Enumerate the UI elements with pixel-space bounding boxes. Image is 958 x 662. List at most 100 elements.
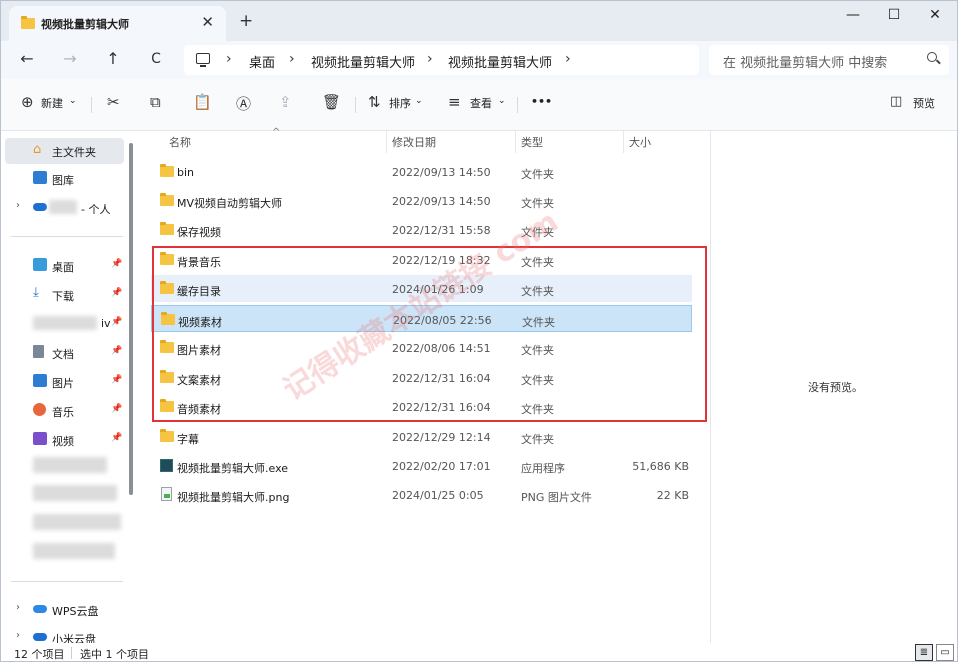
video-icon [33, 432, 47, 445]
sidebar-item-label: 视频 [52, 435, 74, 448]
cloud-icon [33, 203, 47, 211]
column-header-date[interactable]: 修改日期 [392, 134, 436, 150]
column-header-size[interactable]: 大小 [629, 134, 651, 150]
search-box[interactable]: 在 视频批量剪辑大师 中搜索 [709, 45, 949, 75]
file-row[interactable]: 视频批量剪辑大师.png 2024/01/25 0:05 PNG 图片文件 22… [151, 481, 692, 508]
folder-icon [160, 193, 174, 206]
pin-icon: 📌 [111, 433, 123, 443]
paste-icon[interactable]: 📋 [193, 93, 212, 111]
more-options-button[interactable]: ••• [531, 95, 552, 108]
file-type: 文件夹 [521, 168, 554, 181]
navigation-bar: ← → ↑ C › 桌面 › 视频批量剪辑大师 › 视频批量剪辑大师 › 在 视… [1, 41, 957, 79]
new-tab-button[interactable]: + [239, 11, 253, 31]
sidebar-item-blurred[interactable] [33, 485, 117, 501]
sidebar-item-pictures[interactable]: 图片 📌 [5, 369, 125, 393]
forward-button[interactable]: → [59, 49, 81, 68]
chevron-right-icon[interactable]: › [16, 200, 20, 211]
minimize-button[interactable]: — [833, 3, 873, 27]
app-icon [160, 459, 173, 472]
sidebar-item-wps[interactable]: › WPS云盘 [5, 597, 125, 621]
breadcrumb-desktop[interactable]: 桌面 [249, 52, 275, 71]
sidebar-item-documents[interactable]: 文档 📌 [5, 340, 125, 364]
file-row[interactable]: 保存视频 2022/12/31 15:58 文件夹 [151, 216, 692, 243]
back-button[interactable]: ← [16, 49, 38, 68]
file-row[interactable]: bin 2022/09/13 14:50 文件夹 [151, 158, 692, 185]
column-header-type[interactable]: 类型 [521, 134, 543, 150]
preview-pane-icon[interactable]: ◫ [890, 94, 902, 109]
file-row[interactable]: 视频批量剪辑大师.exe 2022/02/20 17:01 应用程序 51,68… [151, 452, 692, 479]
file-date: 2022/12/29 12:14 [392, 431, 491, 444]
sort-button[interactable]: 排序 [389, 95, 411, 111]
sidebar-item-blurred[interactable] [33, 457, 107, 473]
sidebar-item-blurred[interactable] [33, 514, 121, 530]
sort-icon[interactable]: ⇅ [368, 93, 381, 111]
column-divider[interactable] [386, 131, 387, 153]
preview-button[interactable]: 预览 [913, 95, 935, 111]
chevron-down-icon[interactable]: ⌄ [498, 96, 506, 106]
cloud-icon [33, 605, 47, 613]
address-bar[interactable]: › 桌面 › 视频批量剪辑大师 › 视频批量剪辑大师 › [184, 45, 699, 75]
breadcrumb-folder-2[interactable]: 视频批量剪辑大师 [448, 52, 552, 71]
highlight-box [152, 246, 707, 422]
chevron-right-icon[interactable]: › [16, 602, 20, 613]
file-size: 51,686 KB [632, 460, 689, 473]
cut-icon[interactable]: ✂ [107, 93, 120, 111]
sidebar-item-label: 小米云盘 [52, 633, 96, 643]
pin-icon: 📌 [111, 259, 123, 269]
tiles-view-button[interactable]: ▭ [936, 644, 954, 661]
sidebar-item-blurred[interactable]: iv 📌 [5, 311, 125, 335]
share-icon[interactable]: ⇪ [279, 93, 292, 111]
new-button[interactable]: 新建 [41, 95, 63, 111]
tab-close-button[interactable]: ✕ [201, 13, 214, 31]
sidebar-item-music[interactable]: 音乐 📌 [5, 398, 125, 422]
sidebar-item-label: 下载 [52, 290, 74, 303]
file-name: 字幕 [177, 433, 199, 446]
file-row[interactable]: 字幕 2022/12/29 12:14 文件夹 [151, 423, 692, 450]
sidebar-scrollbar[interactable] [129, 143, 133, 495]
view-button[interactable]: 查看 [470, 95, 492, 111]
item-count: 12 个项目 [14, 648, 65, 661]
desktop-icon [33, 258, 47, 271]
copy-icon[interactable]: ⧉ [150, 93, 161, 111]
sidebar-item-home[interactable]: ⌂ 主文件夹 [5, 138, 124, 164]
breadcrumb-folder-1[interactable]: 视频批量剪辑大师 [311, 52, 415, 71]
maximize-button[interactable]: ☐ [874, 3, 914, 27]
divider [517, 97, 518, 113]
chevron-down-icon[interactable]: ⌄ [69, 96, 77, 106]
sidebar-item-label: 图库 [52, 174, 74, 187]
status-divider [71, 647, 72, 659]
sidebar-item-downloads[interactable]: ⤓ 下载 📌 [5, 282, 125, 306]
sidebar-item-label: 主文件夹 [52, 146, 96, 159]
search-icon[interactable] [927, 52, 937, 62]
sidebar-item-videos[interactable]: 视频 📌 [5, 427, 125, 451]
plus-circle-icon[interactable]: ⊕ [21, 93, 34, 111]
file-name: 视频批量剪辑大师.exe [177, 462, 289, 475]
details-view-button[interactable]: ≣ [915, 644, 933, 661]
breadcrumb-separator[interactable]: › [565, 51, 571, 67]
sidebar-item-onedrive[interactable]: › - 个人 [5, 195, 125, 219]
file-name: 视频批量剪辑大师.png [177, 491, 290, 504]
sort-ascending-indicator: ^ [272, 127, 281, 138]
column-header-name[interactable]: 名称 [169, 134, 191, 150]
chevron-down-icon[interactable]: ⌄ [415, 96, 423, 106]
sidebar-item-desktop[interactable]: 桌面 📌 [5, 253, 125, 277]
sidebar-item-xiaomi[interactable]: › 小米云盘 [5, 625, 125, 643]
view-icon[interactable]: ≡ [448, 93, 461, 111]
no-preview-text: 没有预览。 [808, 381, 863, 394]
chevron-right-icon[interactable]: › [16, 630, 20, 641]
up-button[interactable]: ↑ [102, 49, 124, 68]
sidebar-item-label: iv [101, 317, 111, 330]
sidebar-item-gallery[interactable]: 图库 [5, 166, 125, 190]
sidebar-item-label: 桌面 [52, 261, 74, 274]
column-divider[interactable] [623, 131, 624, 153]
close-window-button[interactable]: ✕ [915, 3, 955, 27]
breadcrumb-separator: › [427, 51, 433, 67]
delete-icon[interactable]: 🗑 [322, 93, 341, 111]
sidebar-item-blurred[interactable] [33, 543, 115, 559]
blurred-name [49, 200, 77, 214]
tab-active[interactable]: 视频批量剪辑大师 ✕ [9, 6, 226, 41]
column-divider[interactable] [515, 131, 516, 153]
rename-icon[interactable]: Ⓐ [236, 93, 251, 114]
file-row[interactable]: MV视频自动剪辑大师 2022/09/13 14:50 文件夹 [151, 187, 692, 214]
refresh-button[interactable]: C [145, 51, 167, 67]
